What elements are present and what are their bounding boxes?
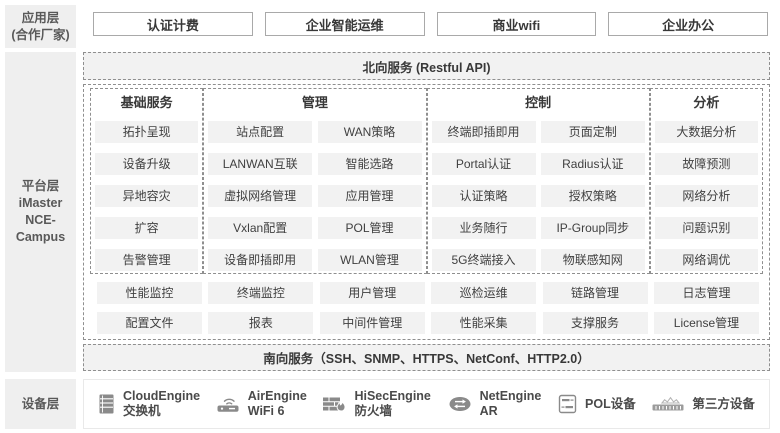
feature-item: 拓扑呈现 (95, 121, 198, 143)
platform-box: 基础服务拓扑呈现设备升级异地容灾扩容告警管理管理站点配置LANWAN互联虚拟网络… (83, 84, 770, 340)
column-subcols: 拓扑呈现设备升级异地容灾扩容告警管理 (95, 121, 198, 271)
feature-item: 用户管理 (320, 282, 425, 304)
feature-item: 设备即插即用 (208, 249, 312, 271)
feature-item: POL管理 (318, 217, 422, 239)
feature-item: Radius认证 (541, 153, 645, 175)
device-label: AirEngineWiFi 6 (248, 389, 307, 419)
feature-item: 支撑服务 (543, 312, 648, 334)
feature-item: 性能监控 (97, 282, 202, 304)
feature-item: 应用管理 (318, 185, 422, 207)
northbound-service-bar: 北向服务 (Restful API) (83, 52, 770, 80)
feature-item: License管理 (654, 312, 759, 334)
app-box: 企业智能运维 (265, 12, 425, 36)
device-entry: 第三方设备 (650, 392, 755, 416)
feature-item: 中间件管理 (320, 312, 425, 334)
feature-item: 巡检运维 (431, 282, 536, 304)
layer-label-platform: 平台层 iMaster NCE- Campus (5, 52, 76, 372)
feature-item: 物联感知网 (541, 249, 645, 271)
app-box: 企业办公 (608, 12, 768, 36)
platform-columns: 基础服务拓扑呈现设备升级异地容灾扩容告警管理管理站点配置LANWAN互联虚拟网络… (87, 88, 766, 274)
device-label: NetEngineAR (480, 389, 542, 419)
feature-item: 网络分析 (655, 185, 758, 207)
firewall-icon (321, 392, 348, 416)
feature-item: 报表 (208, 312, 313, 334)
feature-item: 认证策略 (432, 185, 536, 207)
feature-item: IP-Group同步 (541, 217, 645, 239)
column-title: 控制 (432, 95, 645, 111)
feature-item: 链路管理 (543, 282, 648, 304)
layer-label-application: 应用层 (合作厂家) (5, 5, 76, 48)
feature-item: 日志管理 (654, 282, 759, 304)
device-entry: HiSecEngine防火墙 (321, 389, 430, 419)
subcolumn: WAN策略智能选路应用管理 POL管理 WLAN管理 (318, 121, 422, 271)
feature-item: LANWAN互联 (208, 153, 312, 175)
feature-item: 5G终端接入 (432, 249, 536, 271)
app-box: 认证计费 (93, 12, 253, 36)
feature-item: 故障预测 (655, 153, 758, 175)
app-row: 认证计费企业智能运维商业wifi 企业办公 (83, 12, 771, 36)
feature-item: 站点配置 (208, 121, 312, 143)
subcolumn: 站点配置 LANWAN互联虚拟网络管理 Vxlan配置设备即插即用 (208, 121, 312, 271)
feature-item: 网络调优 (655, 249, 758, 271)
device-row: CloudEngine交换机 AirEngineWiFi 6 HiSecEngine… (83, 379, 770, 429)
feature-item: 设备升级 (95, 153, 198, 175)
subcolumn: 拓扑呈现设备升级异地容灾扩容告警管理 (95, 121, 198, 271)
feature-item: WAN策略 (318, 121, 422, 143)
feature-item: WLAN管理 (318, 249, 422, 271)
feature-item: 终端监控 (208, 282, 313, 304)
device-label: POL设备 (585, 397, 636, 412)
feature-item: 业务随行 (432, 217, 536, 239)
feature-item: 终端即插即用 (432, 121, 536, 143)
feature-item: 授权策略 (541, 185, 645, 207)
switch-icon (96, 392, 117, 416)
feature-item: 配置文件 (97, 312, 202, 334)
subcolumn: 终端即插即用 Portal认证认证策略业务随行 5G终端接入 (432, 121, 536, 271)
platform-common-rows: 性能监控终端监控用户管理巡检运维链路管理日志管理配置文件报表中间件管理性能采集支… (87, 282, 766, 334)
feature-item: 页面定制 (541, 121, 645, 143)
southbound-service-bar: 南向服务（SSH、SNMP、HTTPS、NetConf、HTTP2.0） (83, 344, 770, 371)
feature-item: 大数据分析 (655, 121, 758, 143)
device-entry: CloudEngine交换机 (96, 389, 200, 419)
platform-column-control: 控制终端即插即用 Portal认证认证策略业务随行 5G终端接入 页面定制 Radius… (427, 88, 650, 274)
device-entry: AirEngineWiFi 6 (215, 389, 307, 419)
common-service-row: 配置文件报表中间件管理性能采集支撑服务 License管理 (91, 312, 762, 334)
feature-item: 智能选路 (318, 153, 422, 175)
column-subcols: 大数据分析故障预测网络分析问题识别网络调优 (655, 121, 758, 271)
column-title: 基础服务 (95, 95, 198, 111)
subcolumn: 大数据分析故障预测网络分析问题识别网络调优 (655, 121, 758, 271)
feature-item: Vxlan配置 (208, 217, 312, 239)
common-service-row: 性能监控终端监控用户管理巡检运维链路管理日志管理 (91, 282, 762, 304)
platform-column-analysis: 分析大数据分析故障预测网络分析问题识别网络调优 (650, 88, 763, 274)
feature-item: 扩容 (95, 217, 198, 239)
column-subcols: 站点配置 LANWAN互联虚拟网络管理 Vxlan配置设备即插即用 WAN策略智能选路… (208, 121, 421, 271)
router-icon (446, 392, 474, 416)
architecture-diagram: 应用层 (合作厂家) 平台层 iMaster NCE- Campus 设备层 认… (0, 0, 780, 433)
third-party-icon (650, 392, 686, 416)
app-box: 商业wifi (437, 12, 597, 36)
pol-icon (556, 392, 579, 416)
device-label: CloudEngine交换机 (123, 389, 200, 419)
platform-column-basic: 基础服务拓扑呈现设备升级异地容灾扩容告警管理 (90, 88, 203, 274)
feature-item: 告警管理 (95, 249, 198, 271)
wifi6-icon (215, 392, 242, 416)
subcolumn: 页面定制 Radius认证授权策略 IP-Group同步物联感知网 (541, 121, 645, 271)
feature-item: Portal认证 (432, 153, 536, 175)
feature-item: 性能采集 (431, 312, 536, 334)
feature-item: 问题识别 (655, 217, 758, 239)
column-title: 管理 (208, 95, 421, 111)
column-title: 分析 (655, 95, 758, 111)
platform-column-management: 管理站点配置 LANWAN互联虚拟网络管理 Vxlan配置设备即插即用 WAN策略智能… (203, 88, 426, 274)
feature-item: 虚拟网络管理 (208, 185, 312, 207)
device-label: 第三方设备 (692, 397, 755, 412)
layer-label-device: 设备层 (5, 379, 76, 429)
device-entry: POL设备 (556, 392, 636, 416)
column-subcols: 终端即插即用 Portal认证认证策略业务随行 5G终端接入 页面定制 Radius认证… (432, 121, 645, 271)
feature-item: 异地容灾 (95, 185, 198, 207)
device-entry: NetEngineAR (446, 389, 542, 419)
device-label: HiSecEngine防火墙 (354, 389, 430, 419)
